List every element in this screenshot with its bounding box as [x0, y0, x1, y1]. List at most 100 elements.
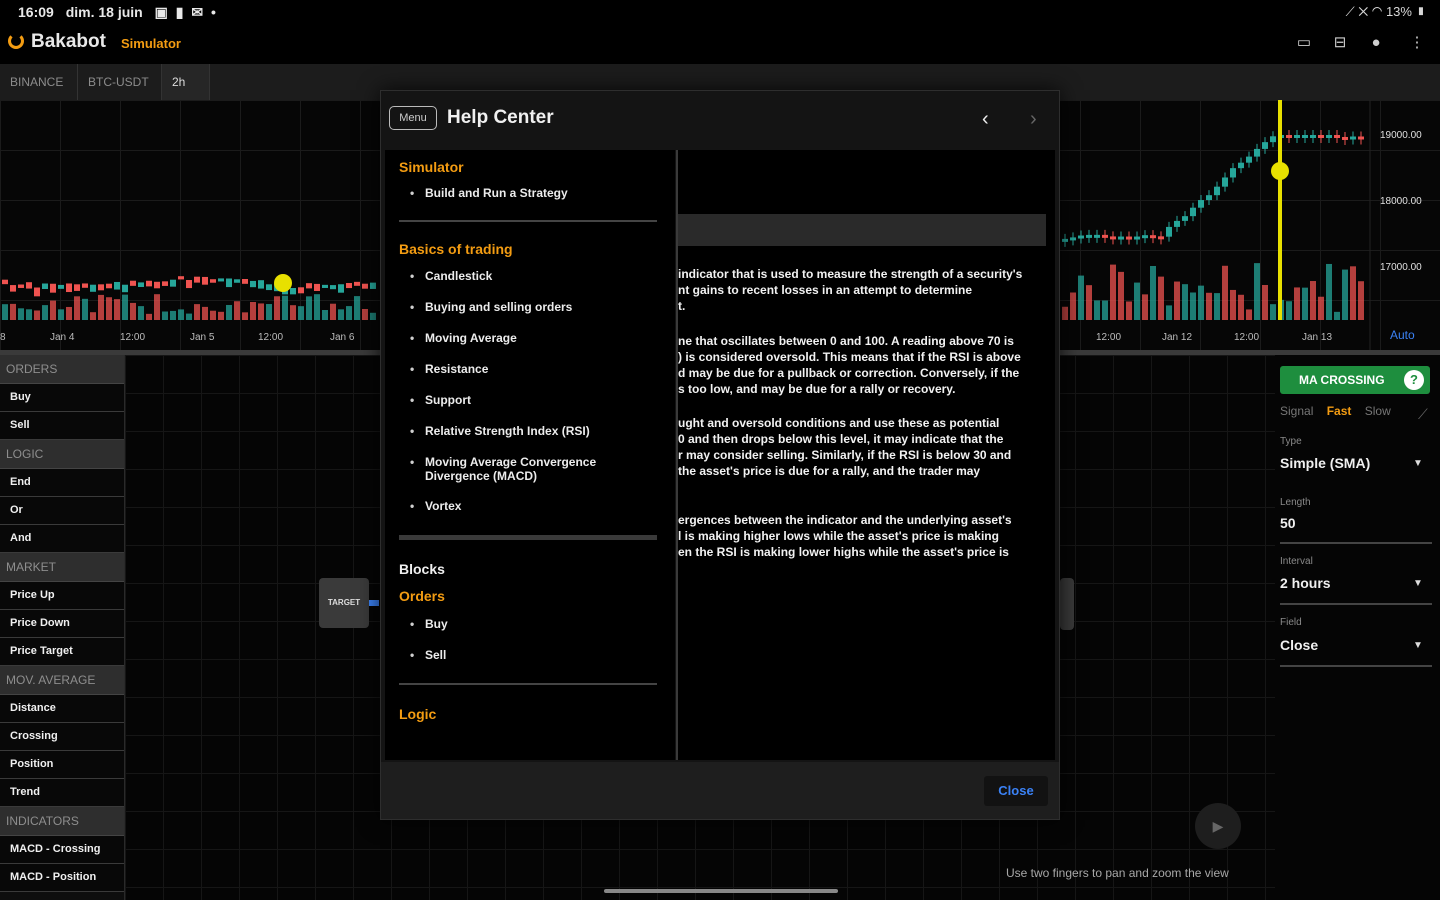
volume-bar — [322, 309, 328, 320]
candle — [114, 281, 120, 290]
volume-bar — [242, 312, 248, 320]
play-button[interactable]: ▶ — [1195, 803, 1241, 849]
candle — [1342, 136, 1348, 140]
x-tick: Jan 6 — [330, 332, 355, 343]
interval-select[interactable]: 2 hours — [1280, 575, 1428, 591]
palette-item-macd-crossing[interactable]: MACD - Crossing — [0, 836, 124, 864]
exchange-tab[interactable]: BINANCE — [0, 64, 78, 100]
info-icon[interactable]: ● — [1367, 34, 1385, 52]
bakabot-logo-icon — [8, 33, 24, 49]
nav-item-candlestick[interactable]: Candlestick — [385, 269, 675, 283]
nav-item-rsi[interactable]: Relative Strength Index (RSI) — [385, 424, 675, 438]
close-button[interactable]: Close — [984, 776, 1048, 806]
interval-label: Interval — [1280, 556, 1313, 567]
nav-item-buy[interactable]: Buy — [385, 617, 675, 631]
chat-icon[interactable]: ▭ — [1295, 34, 1313, 52]
nav-divider — [399, 220, 657, 222]
candle — [1174, 220, 1180, 227]
palette-item-or[interactable]: Or — [0, 497, 124, 525]
notification-icons: ▣ ▮ ✉ • — [154, 4, 218, 20]
chevron-down-icon[interactable]: ▼ — [1413, 640, 1423, 651]
tab-fast[interactable]: Fast — [1327, 404, 1352, 418]
nav-section-orders[interactable]: Orders — [385, 588, 675, 604]
chevron-down-icon[interactable]: ▼ — [1413, 578, 1423, 589]
candle — [1166, 226, 1172, 237]
chevron-down-icon[interactable]: ▼ — [1413, 458, 1423, 469]
volume-bar — [370, 312, 376, 320]
volume-bar — [178, 309, 184, 320]
candle — [1150, 235, 1156, 239]
nav-item-resistance[interactable]: Resistance — [385, 362, 675, 376]
volume-bar — [194, 304, 200, 320]
candle — [370, 282, 376, 289]
edit-icon[interactable]: ⟋ — [1418, 406, 1428, 423]
palette-item-macd-position[interactable]: MACD - Position — [0, 864, 124, 892]
palette-item-position[interactable]: Position — [0, 751, 124, 779]
volume-bar — [210, 310, 216, 320]
nav-item-orders[interactable]: Buying and selling orders — [385, 300, 675, 314]
type-select[interactable]: Simple (SMA) — [1280, 455, 1428, 471]
tab-signal[interactable]: Signal — [1280, 404, 1313, 418]
field-select[interactable]: Close — [1280, 637, 1428, 653]
inbox-icon[interactable]: ⊟ — [1331, 34, 1349, 52]
chevron-left-icon[interactable]: ‹ — [982, 108, 989, 131]
candle — [1206, 195, 1212, 201]
auto-scale-link[interactable]: Auto — [1390, 328, 1415, 342]
help-icon[interactable]: ? — [1404, 370, 1424, 390]
length-input[interactable]: 50 — [1280, 515, 1428, 531]
nav-item-build-strategy[interactable]: Build and Run a Strategy — [385, 186, 675, 200]
candle — [1214, 186, 1220, 196]
x-tick: 12:00 — [1096, 332, 1122, 343]
target-connector[interactable] — [369, 600, 379, 606]
candle — [242, 279, 248, 284]
nav-section-blocks[interactable]: Blocks — [385, 561, 675, 577]
palette-item-sell[interactable]: Sell — [0, 412, 124, 440]
candle — [106, 283, 112, 289]
palette-item-buy[interactable]: Buy — [0, 384, 124, 412]
palette-item-distance[interactable]: Distance — [0, 695, 124, 723]
x-tick: Jan 13 — [1302, 332, 1333, 343]
volume-bar — [1246, 309, 1252, 320]
candle — [290, 288, 296, 295]
candle — [1302, 135, 1308, 138]
more-menu-icon[interactable]: ⋮ — [1408, 34, 1426, 52]
volume-bar — [122, 294, 128, 320]
candle — [1102, 234, 1108, 238]
tab-slow[interactable]: Slow — [1365, 404, 1391, 418]
palette-item-price-down[interactable]: Price Down — [0, 610, 124, 638]
candle — [1158, 236, 1164, 240]
nav-item-support[interactable]: Support — [385, 393, 675, 407]
nav-section-simulator[interactable]: Simulator — [385, 159, 675, 175]
app-mode-label: Simulator — [121, 36, 181, 51]
volume-bar — [1190, 292, 1196, 320]
nav-item-vortex[interactable]: Vortex — [385, 499, 675, 513]
nav-divider — [399, 683, 657, 685]
candle — [1182, 216, 1188, 221]
home-indicator[interactable] — [604, 889, 838, 893]
panel-drag-handle[interactable] — [1060, 578, 1074, 630]
volume-bar — [258, 303, 264, 320]
chevron-right-icon[interactable]: › — [1030, 108, 1037, 131]
nav-item-moving-average[interactable]: Moving Average — [385, 331, 675, 345]
volume-bar — [1238, 294, 1244, 320]
palette-item-end[interactable]: End — [0, 469, 124, 497]
palette-item-crossing[interactable]: Crossing — [0, 723, 124, 751]
target-block[interactable]: TARGET — [319, 578, 369, 628]
pair-tab[interactable]: BTC-USDT — [78, 64, 162, 100]
nav-section-logic[interactable]: Logic — [385, 706, 675, 722]
candle — [42, 283, 48, 290]
help-menu-button[interactable]: Menu — [389, 106, 437, 130]
candle — [1238, 162, 1244, 169]
candle — [314, 283, 320, 291]
palette-item-and[interactable]: And — [0, 525, 124, 553]
palette-item-price-target[interactable]: Price Target — [0, 638, 124, 666]
nav-item-macd[interactable]: Moving Average Convergence Divergence (M… — [385, 455, 625, 483]
palette-item-trend[interactable]: Trend — [0, 779, 124, 807]
volume-bar — [306, 296, 312, 320]
nav-section-basics[interactable]: Basics of trading — [385, 241, 675, 257]
nav-item-sell[interactable]: Sell — [385, 648, 675, 662]
timeframe-tab[interactable]: 2h — [162, 64, 210, 100]
palette-item-price-up[interactable]: Price Up — [0, 582, 124, 610]
pan-zoom-hint: Use two fingers to pan and zoom the view — [1006, 866, 1229, 880]
volume-bar — [90, 312, 96, 320]
